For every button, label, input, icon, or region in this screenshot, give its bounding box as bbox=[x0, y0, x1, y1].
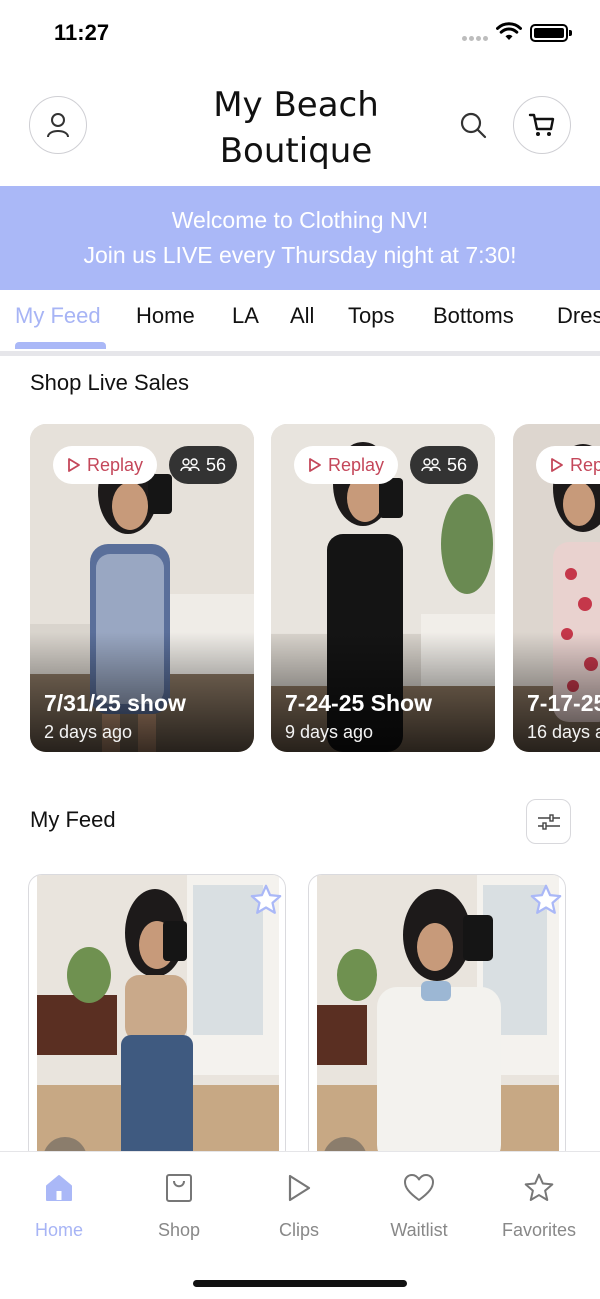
tab-home[interactable]: Home bbox=[136, 303, 195, 329]
shopping-bag-icon bbox=[166, 1174, 192, 1202]
filter-button[interactable] bbox=[526, 799, 571, 844]
heart-icon bbox=[404, 1174, 434, 1201]
home-indicator bbox=[193, 1280, 407, 1287]
battery-icon bbox=[530, 24, 572, 42]
cart-button[interactable] bbox=[513, 96, 571, 154]
replay-badge[interactable]: Rep bbox=[536, 446, 600, 484]
bottom-navigation: Home Shop Clips Waitlist Favorites bbox=[0, 1151, 600, 1299]
play-outline-icon bbox=[68, 458, 80, 472]
tab-tops[interactable]: Tops bbox=[348, 303, 394, 329]
user-icon bbox=[47, 113, 69, 138]
people-icon bbox=[180, 458, 200, 472]
play-outline-icon bbox=[309, 458, 321, 472]
announcement-banner: Welcome to Clothing NV! Join us LIVE eve… bbox=[0, 186, 600, 290]
tab-dresses[interactable]: Dres bbox=[557, 303, 600, 329]
nav-waitlist[interactable]: Waitlist bbox=[364, 1168, 474, 1241]
replay-label: Replay bbox=[328, 454, 385, 475]
nav-favorites[interactable]: Favorites bbox=[484, 1168, 594, 1241]
sliders-icon bbox=[537, 813, 560, 830]
nav-home-label: Home bbox=[34, 1220, 83, 1240]
cart-icon bbox=[528, 113, 555, 136]
viewer-count: 56 bbox=[205, 454, 227, 475]
show-title: 7-17-25 bbox=[527, 690, 600, 716]
banner-line-1: Welcome to Clothing NV! bbox=[171, 207, 429, 233]
brand-line-2: Boutique bbox=[219, 131, 373, 171]
live-show-card[interactable]: Rep 7-17-25 16 days a bbox=[513, 424, 600, 752]
people-icon bbox=[421, 458, 441, 472]
search-button[interactable] bbox=[456, 108, 490, 142]
show-date-ago: 16 days a bbox=[527, 722, 600, 742]
nav-clips[interactable]: Clips bbox=[244, 1168, 354, 1241]
category-tabs: My Feed Home LA All Tops Bottoms Dres bbox=[0, 290, 600, 356]
nav-shop[interactable]: Shop bbox=[124, 1168, 234, 1241]
viewer-count: 56 bbox=[446, 454, 468, 475]
signal-icon bbox=[462, 36, 490, 42]
live-show-card[interactable]: Replay 56 7/31/25 show 2 days ago bbox=[30, 424, 254, 752]
product-card[interactable] bbox=[308, 874, 566, 1164]
brand-title: My Beach Boutique bbox=[180, 82, 412, 174]
product-image bbox=[317, 875, 559, 1163]
nav-favorites-label: Favorites bbox=[501, 1220, 577, 1240]
tab-my-feed[interactable]: My Feed bbox=[15, 303, 101, 329]
play-icon bbox=[288, 1174, 311, 1202]
replay-badge[interactable]: Replay bbox=[294, 446, 399, 484]
play-outline-icon bbox=[551, 458, 563, 472]
product-image bbox=[37, 875, 279, 1163]
product-card[interactable] bbox=[28, 874, 286, 1164]
nav-shop-label: Shop bbox=[157, 1220, 201, 1240]
viewer-count-badge: 56 bbox=[169, 446, 237, 484]
tab-bottoms[interactable]: Bottoms bbox=[433, 303, 514, 329]
brand-line-1: My Beach bbox=[213, 85, 379, 125]
app-header: My Beach Boutique bbox=[0, 64, 600, 186]
search-icon bbox=[460, 112, 487, 139]
tab-la[interactable]: LA bbox=[232, 303, 259, 329]
nav-home[interactable]: Home bbox=[4, 1168, 114, 1241]
show-date-ago: 2 days ago bbox=[44, 722, 133, 742]
nav-clips-label: Clips bbox=[278, 1220, 319, 1240]
show-date-ago: 9 days ago bbox=[285, 722, 374, 742]
replay-label: Rep bbox=[570, 454, 600, 475]
favorite-star-icon[interactable] bbox=[529, 883, 563, 917]
status-time: 11:27 bbox=[54, 20, 110, 45]
replay-label: Replay bbox=[87, 454, 144, 475]
tab-all[interactable]: All bbox=[290, 303, 314, 329]
account-button[interactable] bbox=[29, 96, 87, 154]
banner-line-2: Join us LIVE every Thursday night at 7:3… bbox=[83, 242, 517, 268]
nav-waitlist-label: Waitlist bbox=[390, 1220, 448, 1240]
replay-badge[interactable]: Replay bbox=[53, 446, 158, 484]
home-icon bbox=[46, 1175, 72, 1201]
feed-heading: My Feed bbox=[30, 807, 116, 832]
live-show-card[interactable]: Replay 56 7-24-25 Show 9 days ago bbox=[271, 424, 495, 752]
status-bar: 11:27 bbox=[0, 0, 600, 64]
favorite-star-icon[interactable] bbox=[249, 883, 283, 917]
show-title: 7/31/25 show bbox=[44, 690, 186, 716]
show-title: 7-24-25 Show bbox=[285, 690, 432, 716]
active-tab-indicator bbox=[15, 342, 106, 349]
wifi-icon bbox=[496, 22, 522, 40]
viewer-count-badge: 56 bbox=[410, 446, 478, 484]
live-sales-heading: Shop Live Sales bbox=[30, 370, 189, 395]
star-icon bbox=[524, 1173, 554, 1201]
